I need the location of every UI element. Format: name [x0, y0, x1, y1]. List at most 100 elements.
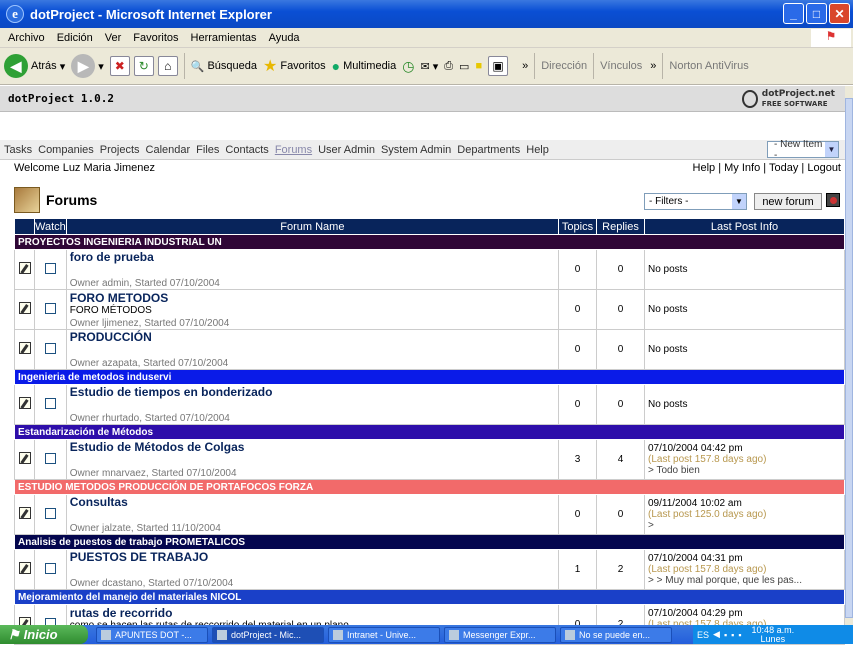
links-more[interactable]: »: [650, 60, 656, 72]
forum-link[interactable]: rutas de recorrido: [70, 606, 558, 620]
link-my-info[interactable]: My Info: [724, 162, 760, 174]
antivirus-label[interactable]: Norton AntiVirus: [669, 60, 748, 72]
last-post-message[interactable]: > > Muy mal porque, que les pas...: [648, 575, 844, 586]
back-button[interactable]: ◀ Atrás ▾: [4, 54, 65, 78]
home-icon[interactable]: ⌂: [157, 56, 178, 76]
edit-forum-cell[interactable]: [14, 249, 35, 290]
edit-icon[interactable]: [18, 342, 31, 354]
forward-button[interactable]: ▶ ▾: [71, 54, 104, 78]
edit-icon[interactable]: [18, 452, 31, 464]
filters-select[interactable]: - Filters - ▼: [644, 193, 747, 210]
task-no-se-puede[interactable]: No se puede en...: [560, 626, 672, 643]
edit-icon[interactable]: [18, 562, 31, 574]
edit-forum-cell[interactable]: [14, 439, 35, 480]
stop-icon[interactable]: ✖: [109, 56, 130, 76]
edit-forum-cell[interactable]: [14, 494, 35, 535]
language-indicator[interactable]: ES: [697, 630, 709, 640]
multimedia-icon: ●: [331, 58, 341, 74]
edit-forum-cell[interactable]: [14, 329, 35, 370]
nav-user-admin[interactable]: User Admin: [318, 144, 375, 156]
nav-help[interactable]: Help: [526, 144, 549, 156]
watch-checkbox[interactable]: [44, 342, 56, 354]
menu-herramientas[interactable]: Herramientas: [191, 32, 257, 44]
edit-forum-cell[interactable]: [14, 384, 35, 425]
page-scrollbar[interactable]: [845, 86, 853, 625]
forum-link[interactable]: foro de prueba: [70, 250, 558, 264]
last-post-date: 07/10/2004 04:42 pm: [648, 443, 743, 454]
header-topics[interactable]: Topics: [558, 218, 597, 235]
start-button[interactable]: ⚑ Inicio: [0, 625, 88, 644]
forum-link[interactable]: Estudio de Métodos de Colgas: [70, 440, 558, 454]
nav-files[interactable]: Files: [196, 144, 219, 156]
search-button[interactable]: 🔍 Búsqueda: [191, 60, 257, 73]
nav-tasks[interactable]: Tasks: [4, 144, 32, 156]
forum-link[interactable]: Estudio de tiempos en bonderizado: [70, 385, 558, 399]
watch-checkbox[interactable]: [44, 302, 56, 314]
print-button[interactable]: ⎙: [444, 60, 453, 73]
mail-button[interactable]: ✉ ▾: [420, 60, 438, 73]
favorites-button[interactable]: ★ Favoritos: [263, 56, 326, 76]
nav-calendar[interactable]: Calendar: [146, 144, 191, 156]
task-intranet[interactable]: Intranet - Unive...: [328, 626, 440, 643]
task-apuntes[interactable]: APUNTES DOT -...: [96, 626, 208, 643]
shield-icon[interactable]: ▪: [738, 630, 741, 640]
edit-icon[interactable]: [18, 302, 31, 314]
nav-contacts[interactable]: Contacts: [225, 144, 268, 156]
nav-companies[interactable]: Companies: [38, 144, 94, 156]
edit-button[interactable]: ▭: [459, 60, 469, 73]
network-icon[interactable]: ▪: [724, 630, 727, 640]
header-last-post[interactable]: Last Post Info: [644, 218, 845, 235]
nav-forums[interactable]: Forums: [275, 144, 312, 156]
edit-forum-cell[interactable]: [14, 289, 35, 330]
task-dotproject[interactable]: dotProject - Mic...: [212, 626, 324, 643]
maximize-button[interactable]: □: [806, 3, 827, 24]
edit-forum-cell[interactable]: [14, 549, 35, 590]
refresh-icon[interactable]: ↻: [133, 56, 154, 76]
last-post-message[interactable]: > Todo bien: [648, 465, 844, 476]
help-icon[interactable]: [826, 193, 840, 207]
forum-link[interactable]: PRODUCCIÓN: [70, 330, 558, 344]
link-today[interactable]: Today: [769, 162, 798, 174]
menu-edicion[interactable]: Edición: [57, 32, 93, 44]
header-replies[interactable]: Replies: [596, 218, 645, 235]
toolbar-more[interactable]: »: [522, 60, 528, 72]
menu-favoritos[interactable]: Favoritos: [133, 32, 178, 44]
messenger-tray-icon[interactable]: ▪: [731, 630, 734, 640]
link-help[interactable]: Help: [693, 162, 716, 174]
multimedia-button[interactable]: ● Multimedia: [332, 58, 397, 74]
close-button[interactable]: ✕: [829, 3, 850, 24]
new-forum-button[interactable]: new forum: [754, 193, 822, 210]
watch-checkbox[interactable]: [44, 452, 56, 464]
nav-system-admin[interactable]: System Admin: [381, 144, 451, 156]
forum-link[interactable]: FORO METODOS: [70, 291, 558, 305]
new-item-select[interactable]: - New Item - ▼: [767, 139, 839, 161]
watch-checkbox[interactable]: [44, 507, 56, 519]
forum-link[interactable]: PUESTOS DE TRABAJO: [70, 550, 558, 564]
last-post-message[interactable]: >: [648, 520, 844, 531]
links-label[interactable]: Vínculos: [600, 60, 642, 72]
watch-checkbox[interactable]: [44, 562, 56, 574]
link-logout[interactable]: Logout: [807, 162, 841, 174]
menu-ver[interactable]: Ver: [105, 32, 122, 44]
edit-icon[interactable]: [18, 262, 31, 274]
header-forum-name[interactable]: Forum Name: [65, 218, 560, 235]
task-messenger[interactable]: Messenger Expr...: [444, 626, 556, 643]
nav-projects[interactable]: Projects: [100, 144, 140, 156]
notes-button[interactable]: ■: [475, 60, 482, 72]
history-button[interactable]: ◷: [402, 58, 414, 75]
edit-icon[interactable]: [18, 507, 31, 519]
tray-arrow-icon[interactable]: ◀: [713, 629, 720, 640]
topics-count: 1: [558, 549, 597, 590]
forum-row: Estudio de tiempos en bonderizado Owner r…: [14, 384, 845, 425]
messenger-icon[interactable]: ▣: [488, 56, 509, 76]
watch-checkbox[interactable]: [44, 397, 56, 409]
menu-archivo[interactable]: Archivo: [8, 32, 45, 44]
nav-departments[interactable]: Departments: [457, 144, 520, 156]
minimize-button[interactable]: _: [783, 3, 804, 24]
address-label[interactable]: Dirección: [541, 60, 587, 72]
forum-link[interactable]: Consultas: [70, 495, 558, 509]
edit-icon[interactable]: [18, 397, 31, 409]
header-watch[interactable]: Watch: [34, 218, 67, 235]
menu-ayuda[interactable]: Ayuda: [269, 32, 300, 44]
watch-checkbox[interactable]: [44, 262, 56, 274]
